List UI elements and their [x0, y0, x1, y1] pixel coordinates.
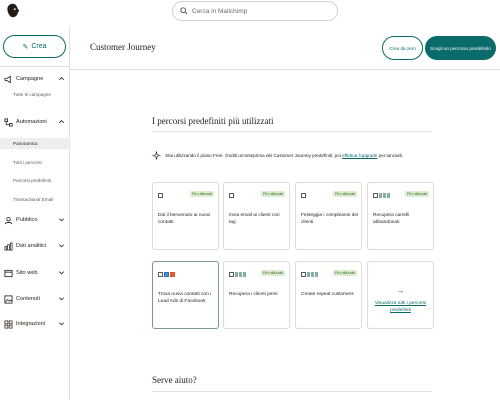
section-title: I percorsi predefiniti più utilizzati [152, 116, 274, 126]
store-icon [235, 272, 247, 277]
section-divider [152, 131, 432, 132]
chevron-up-icon [59, 120, 64, 124]
chevron-down-icon [59, 271, 64, 275]
email-icon [229, 272, 234, 277]
sidebar-subitem-tutti-i-percorsi[interactable]: Tutti i percorsi [0, 157, 70, 168]
megaphone-icon [3, 74, 13, 84]
sidebar-item-label: Pubblico [16, 217, 38, 223]
sidebar-subitem-tutte-le-campagne[interactable]: Tutte le campagne [0, 89, 70, 100]
most-used-badge: Più utilizzati [260, 191, 285, 197]
sidebar-item-label: Integrazioni [16, 321, 45, 327]
journey-card[interactable]: Più utilizzati Dai il benvenuto ai nuovi… [152, 182, 219, 250]
chevron-down-icon [59, 322, 64, 326]
free-plan-text: Stai utilizzando il piano Free. Goditi u… [165, 153, 343, 158]
view-all-journeys-card[interactable]: → Visualizza tutti i percorsi predefinit… [367, 261, 434, 329]
sidebar-item-label: Sito web [16, 270, 38, 276]
email-icon [158, 272, 163, 277]
help-section-title: Serve aiuto? [152, 375, 197, 385]
sidebar-item-contenuti[interactable]: Contenuti [0, 292, 70, 306]
sidebar-item-automazioni[interactable]: Automazioni [0, 115, 70, 129]
journey-card[interactable]: Più utilizzati Invia email ai clienti co… [223, 182, 290, 250]
journey-card[interactable]: Più utilizzati Recupera i clienti persi [223, 261, 290, 329]
main-content: I percorsi predefiniti più utilizzati St… [70, 71, 500, 400]
create-from-scratch-button[interactable]: Crea da zero [382, 36, 423, 60]
chevron-down-icon [59, 218, 64, 222]
pencil-icon: ✎ [22, 43, 29, 51]
sidebar-item-integrazioni[interactable]: Integrazioni [0, 317, 70, 331]
sidebar-item-sito-web[interactable]: Sito web [0, 266, 70, 280]
mailchimp-logo-icon[interactable] [4, 2, 22, 20]
journey-card[interactable]: Più utilizzati Create repeat customers [295, 261, 362, 329]
help-divider [152, 391, 432, 392]
page-title: Customer Journey [90, 42, 156, 52]
upgrade-link[interactable]: effettua l'upgrade [342, 153, 377, 158]
search-icon [180, 7, 188, 15]
create-button-label: Crea [31, 43, 47, 50]
facebook-icon [164, 272, 169, 277]
journey-card-title: Trova nuovi contatti con i Lead Ads di F… [158, 292, 212, 304]
sidebar-item-pubblico[interactable]: Pubblico [0, 213, 70, 227]
journey-card-title: Recupera carrelli abbandonati [373, 213, 410, 225]
journey-card-title: Create repeat customers [301, 292, 354, 297]
store-icon [307, 272, 319, 277]
sidebar-item-campagne[interactable]: Campagne [0, 72, 70, 86]
sidebar-subitem-percorsi-predefiniti[interactable]: Percorsi predefiniti [0, 175, 70, 186]
automation-icon [3, 117, 13, 127]
page-header: Customer Journey Crea da zero Scegli un … [70, 26, 500, 70]
email-icon [301, 272, 306, 277]
sidebar-subitem-label: Tutte le campagne [13, 92, 51, 97]
journey-card-title: Dai il benvenuto ai nuovi contatti [158, 213, 211, 225]
sidebar-subitem-label: Panoramica [13, 141, 38, 146]
search-box[interactable] [172, 1, 338, 21]
content-icon [3, 294, 13, 304]
email-icon [229, 193, 234, 198]
sidebar-subitem-label: Percorsi predefiniti [13, 178, 52, 183]
journey-card-title: Invia email ai clienti con tag [229, 213, 280, 225]
chevron-down-icon [59, 297, 64, 301]
create-button[interactable]: ✎ Crea [3, 35, 66, 58]
most-used-badge: Più utilizzati [260, 270, 285, 276]
free-plan-suffix: per lanciarli. [377, 153, 404, 158]
integrations-icon [3, 319, 13, 329]
sidebar-subitem-label: Tutti i percorsi [13, 160, 42, 165]
journey-card-title: Recupera i clienti persi [229, 292, 278, 297]
chevron-up-icon [59, 77, 64, 81]
audience-icon [3, 215, 13, 225]
sidebar-subitem-transactional-email[interactable]: Transactional Email [0, 194, 70, 205]
journey-card[interactable]: Più utilizzati Festeggia i compleanni de… [295, 182, 362, 250]
top-bar [0, 0, 500, 26]
website-icon [3, 268, 13, 278]
sidebar-item-label: Contenuti [16, 296, 40, 302]
lead-ads-icon [170, 272, 175, 277]
most-used-badge: Più utilizzati [332, 191, 357, 197]
view-all-journeys-link[interactable]: Visualizza tutti i percorsi predefiniti [372, 300, 430, 314]
journey-card[interactable]: Trova nuovi contatti con i Lead Ads di F… [152, 261, 219, 329]
sidebar-item-label: Campagne [16, 76, 44, 82]
arrow-right-icon: → [396, 286, 405, 295]
sidebar-subitem-panoramica[interactable]: Panoramica [0, 138, 70, 149]
sidebar: ✎ Crea Campagne Tutte le campagne Automa… [0, 26, 70, 400]
sidebar-subitem-label: Transactional Email [13, 197, 54, 202]
analytics-icon [3, 241, 13, 251]
sidebar-item-label: Dati analitici [16, 243, 47, 249]
sidebar-item-label: Automazioni [16, 119, 47, 125]
sidebar-item-dati-analitici[interactable]: Dati analitici [0, 239, 70, 253]
journey-card[interactable]: Più utilizzati Recupera carrelli abbando… [367, 182, 434, 250]
chevron-down-icon [59, 244, 64, 248]
free-plan-note: Stai utilizzando il piano Free. Goditi u… [152, 151, 452, 160]
journey-card-title: Festeggia i compleanni dei clienti [301, 213, 359, 225]
choose-prebuilt-journey-button[interactable]: Scegli un percorso predefinito [425, 36, 496, 60]
email-icon [301, 193, 306, 198]
most-used-badge: Più utilizzati [404, 191, 429, 197]
most-used-badge: Più utilizzati [189, 191, 214, 197]
store-icon [379, 193, 391, 198]
most-used-badge: Più utilizzati [332, 270, 357, 276]
search-input[interactable] [192, 7, 332, 15]
email-icon [158, 193, 163, 198]
email-icon [373, 193, 378, 198]
sidebar-divider [0, 66, 70, 67]
sparkle-icon [152, 151, 161, 160]
